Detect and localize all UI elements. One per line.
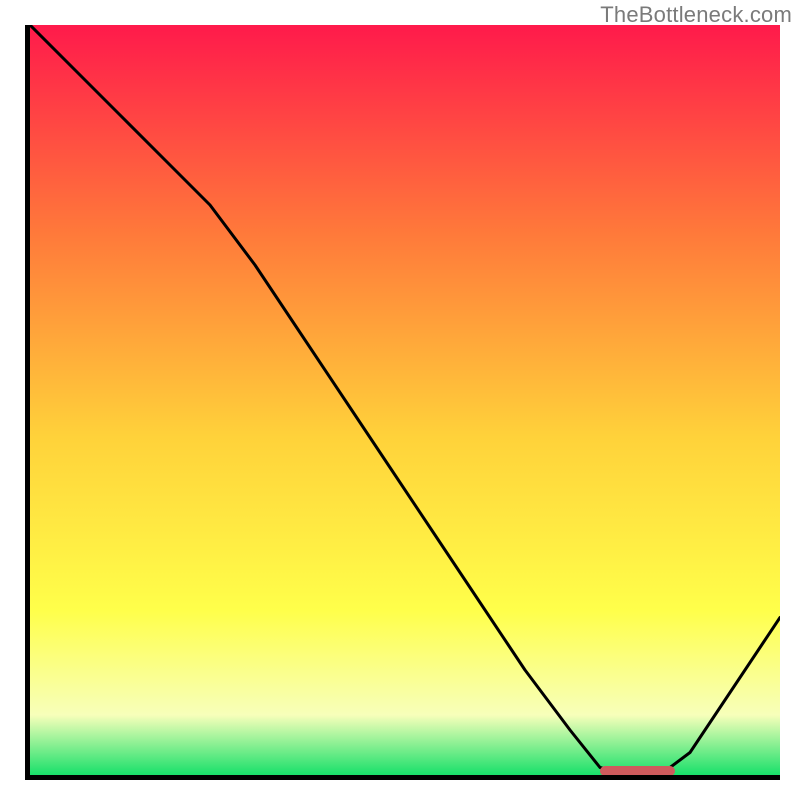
chart-stage: TheBottleneck.com	[0, 0, 800, 800]
x-axis	[25, 775, 780, 780]
y-axis	[25, 25, 30, 780]
plot-area	[30, 25, 780, 775]
watermark-text: TheBottleneck.com	[600, 2, 792, 28]
optimal-range-marker	[600, 766, 675, 776]
plot-svg	[30, 25, 780, 775]
